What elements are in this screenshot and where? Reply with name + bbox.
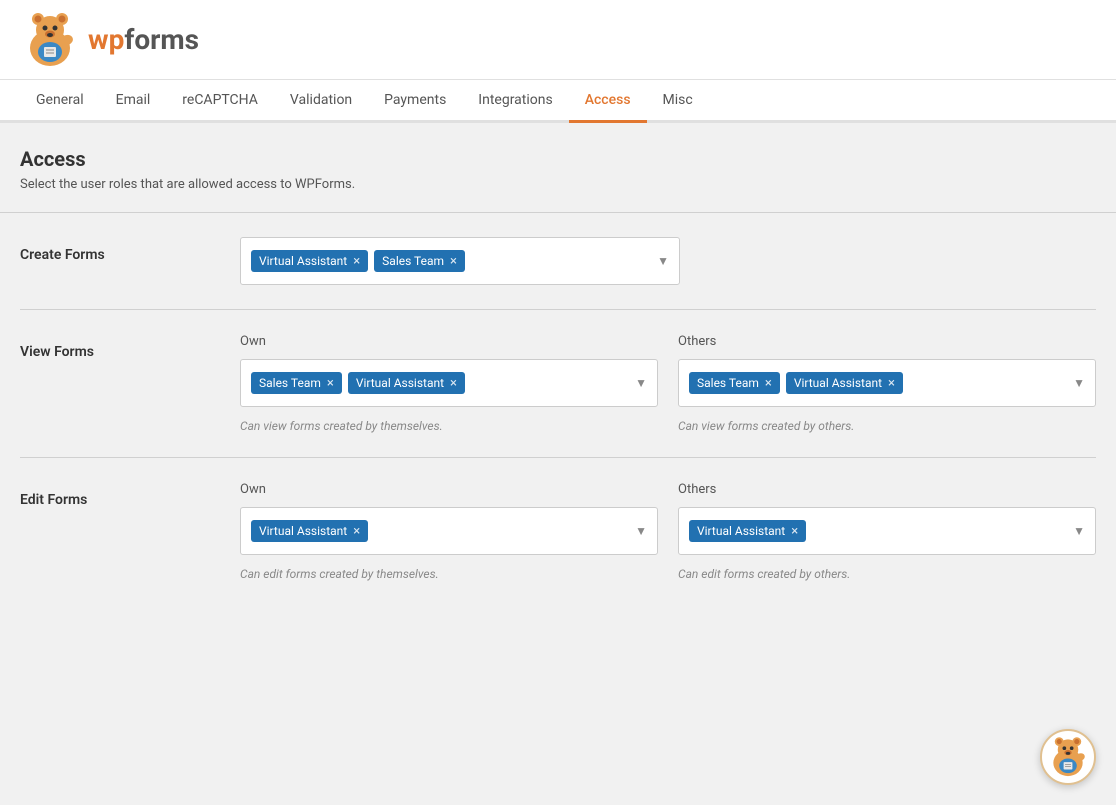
tag-remove-virtual-assistant-view-own[interactable]: × xyxy=(450,377,457,390)
tag-remove-virtual-assistant-edit-others[interactable]: × xyxy=(791,525,798,538)
tab-recaptcha[interactable]: reCAPTCHA xyxy=(166,80,274,123)
tag-remove-virtual-assistant-view-others[interactable]: × xyxy=(888,377,895,390)
tag-remove-sales-team-view-others[interactable]: × xyxy=(765,377,772,390)
header: wpforms xyxy=(0,0,1116,80)
edit-forms-others-select[interactable]: Virtual Assistant × ▼ xyxy=(678,507,1096,555)
tab-access[interactable]: Access xyxy=(569,80,647,123)
edit-forms-own-select[interactable]: Virtual Assistant × ▼ xyxy=(240,507,658,555)
view-forms-own-label: Own xyxy=(240,334,658,349)
view-forms-row: View Forms Own Sales Team × Virtual Assi… xyxy=(20,310,1096,458)
create-forms-fields: Virtual Assistant × Sales Team × ▼ xyxy=(240,237,1096,285)
support-bear-button[interactable] xyxy=(1040,729,1096,785)
tab-validation[interactable]: Validation xyxy=(274,80,368,123)
view-forms-others-select[interactable]: Sales Team × Virtual Assistant × ▼ xyxy=(678,359,1096,407)
create-forms-dropdown-icon: ▼ xyxy=(657,254,669,268)
tag-sales-team-create: Sales Team × xyxy=(374,250,465,272)
edit-forms-row: Edit Forms Own Virtual Assistant × ▼ Can… xyxy=(20,458,1096,605)
edit-forms-others-group: Others Virtual Assistant × ▼ Can edit fo… xyxy=(678,482,1096,581)
view-forms-own-group: Own Sales Team × Virtual Assistant × ▼ C… xyxy=(240,334,658,433)
nav-tabs: General Email reCAPTCHA Validation Payme… xyxy=(0,80,1116,123)
tag-virtual-assistant-edit-others: Virtual Assistant × xyxy=(689,520,806,542)
tag-virtual-assistant-view-others: Virtual Assistant × xyxy=(786,372,903,394)
tag-virtual-assistant-create: Virtual Assistant × xyxy=(251,250,368,272)
tag-remove-virtual-assistant-create[interactable]: × xyxy=(353,255,360,268)
edit-forms-label: Edit Forms xyxy=(20,482,240,508)
view-forms-own-dropdown-icon: ▼ xyxy=(635,376,647,390)
page-title: Access xyxy=(20,147,1096,171)
tag-sales-team-view-own: Sales Team × xyxy=(251,372,342,394)
tag-virtual-assistant-view-own: Virtual Assistant × xyxy=(348,372,465,394)
edit-forms-others-dropdown-icon: ▼ xyxy=(1073,524,1085,538)
view-forms-others-dropdown-icon: ▼ xyxy=(1073,376,1085,390)
tab-payments[interactable]: Payments xyxy=(368,80,462,123)
edit-forms-own-dropdown-icon: ▼ xyxy=(635,524,647,538)
edit-forms-own-hint: Can edit forms created by themselves. xyxy=(240,567,658,581)
tag-sales-team-view-others: Sales Team × xyxy=(689,372,780,394)
main-content: Access Select the user roles that are al… xyxy=(0,123,1116,629)
edit-forms-own-label: Own xyxy=(240,482,658,497)
view-forms-others-group: Others Sales Team × Virtual Assistant × … xyxy=(678,334,1096,433)
create-forms-field: Virtual Assistant × Sales Team × ▼ xyxy=(240,237,680,285)
tag-remove-virtual-assistant-edit-own[interactable]: × xyxy=(353,525,360,538)
view-forms-fields: Own Sales Team × Virtual Assistant × ▼ C… xyxy=(240,334,1096,433)
logo-text: wpforms xyxy=(88,23,199,56)
edit-forms-fields: Own Virtual Assistant × ▼ Can edit forms… xyxy=(240,482,1096,581)
view-forms-own-hint: Can view forms created by themselves. xyxy=(240,419,658,433)
edit-forms-others-hint: Can edit forms created by others. xyxy=(678,567,1096,581)
tag-virtual-assistant-edit-own: Virtual Assistant × xyxy=(251,520,368,542)
tag-remove-sales-team-create[interactable]: × xyxy=(450,255,457,268)
create-forms-label: Create Forms xyxy=(20,237,240,263)
logo-bear-icon xyxy=(20,10,80,70)
tab-email[interactable]: Email xyxy=(100,80,167,123)
page-description: Select the user roles that are allowed a… xyxy=(20,177,1096,192)
tab-general[interactable]: General xyxy=(20,80,100,123)
create-forms-row: Create Forms Virtual Assistant × Sales T… xyxy=(20,213,1096,310)
view-forms-others-hint: Can view forms created by others. xyxy=(678,419,1096,433)
tab-integrations[interactable]: Integrations xyxy=(462,80,568,123)
create-forms-select[interactable]: Virtual Assistant × Sales Team × ▼ xyxy=(240,237,680,285)
view-forms-own-select[interactable]: Sales Team × Virtual Assistant × ▼ xyxy=(240,359,658,407)
tab-misc[interactable]: Misc xyxy=(647,80,709,123)
tag-remove-sales-team-view-own[interactable]: × xyxy=(327,377,334,390)
view-forms-label: View Forms xyxy=(20,334,240,360)
edit-forms-own-group: Own Virtual Assistant × ▼ Can edit forms… xyxy=(240,482,658,581)
edit-forms-others-label: Others xyxy=(678,482,1096,497)
logo: wpforms xyxy=(20,10,199,70)
view-forms-others-label: Others xyxy=(678,334,1096,349)
